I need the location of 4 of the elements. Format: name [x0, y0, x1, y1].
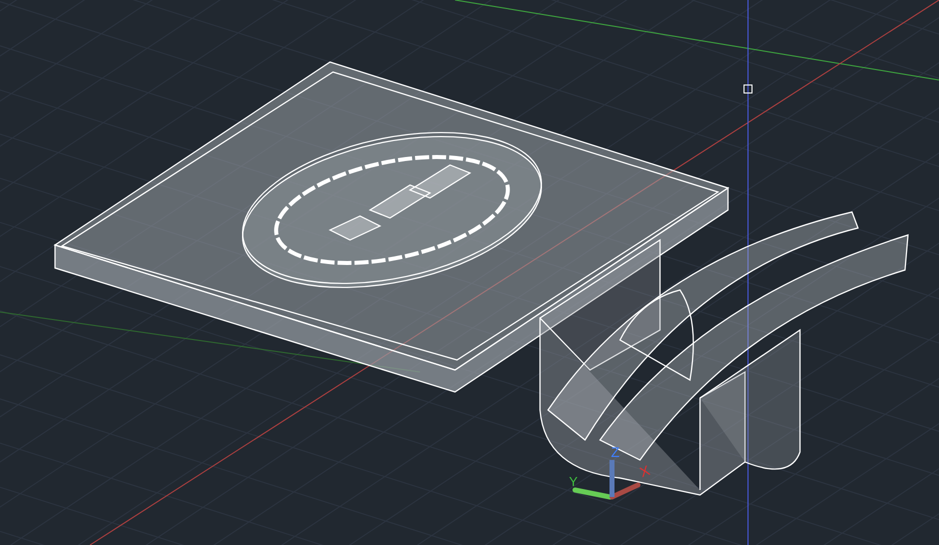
- crosshair-cursor-icon: [744, 84, 752, 94]
- x-axis-label: X: [638, 462, 652, 480]
- z-axis-label: Z: [611, 444, 620, 460]
- y-axis-label: Y: [569, 474, 578, 489]
